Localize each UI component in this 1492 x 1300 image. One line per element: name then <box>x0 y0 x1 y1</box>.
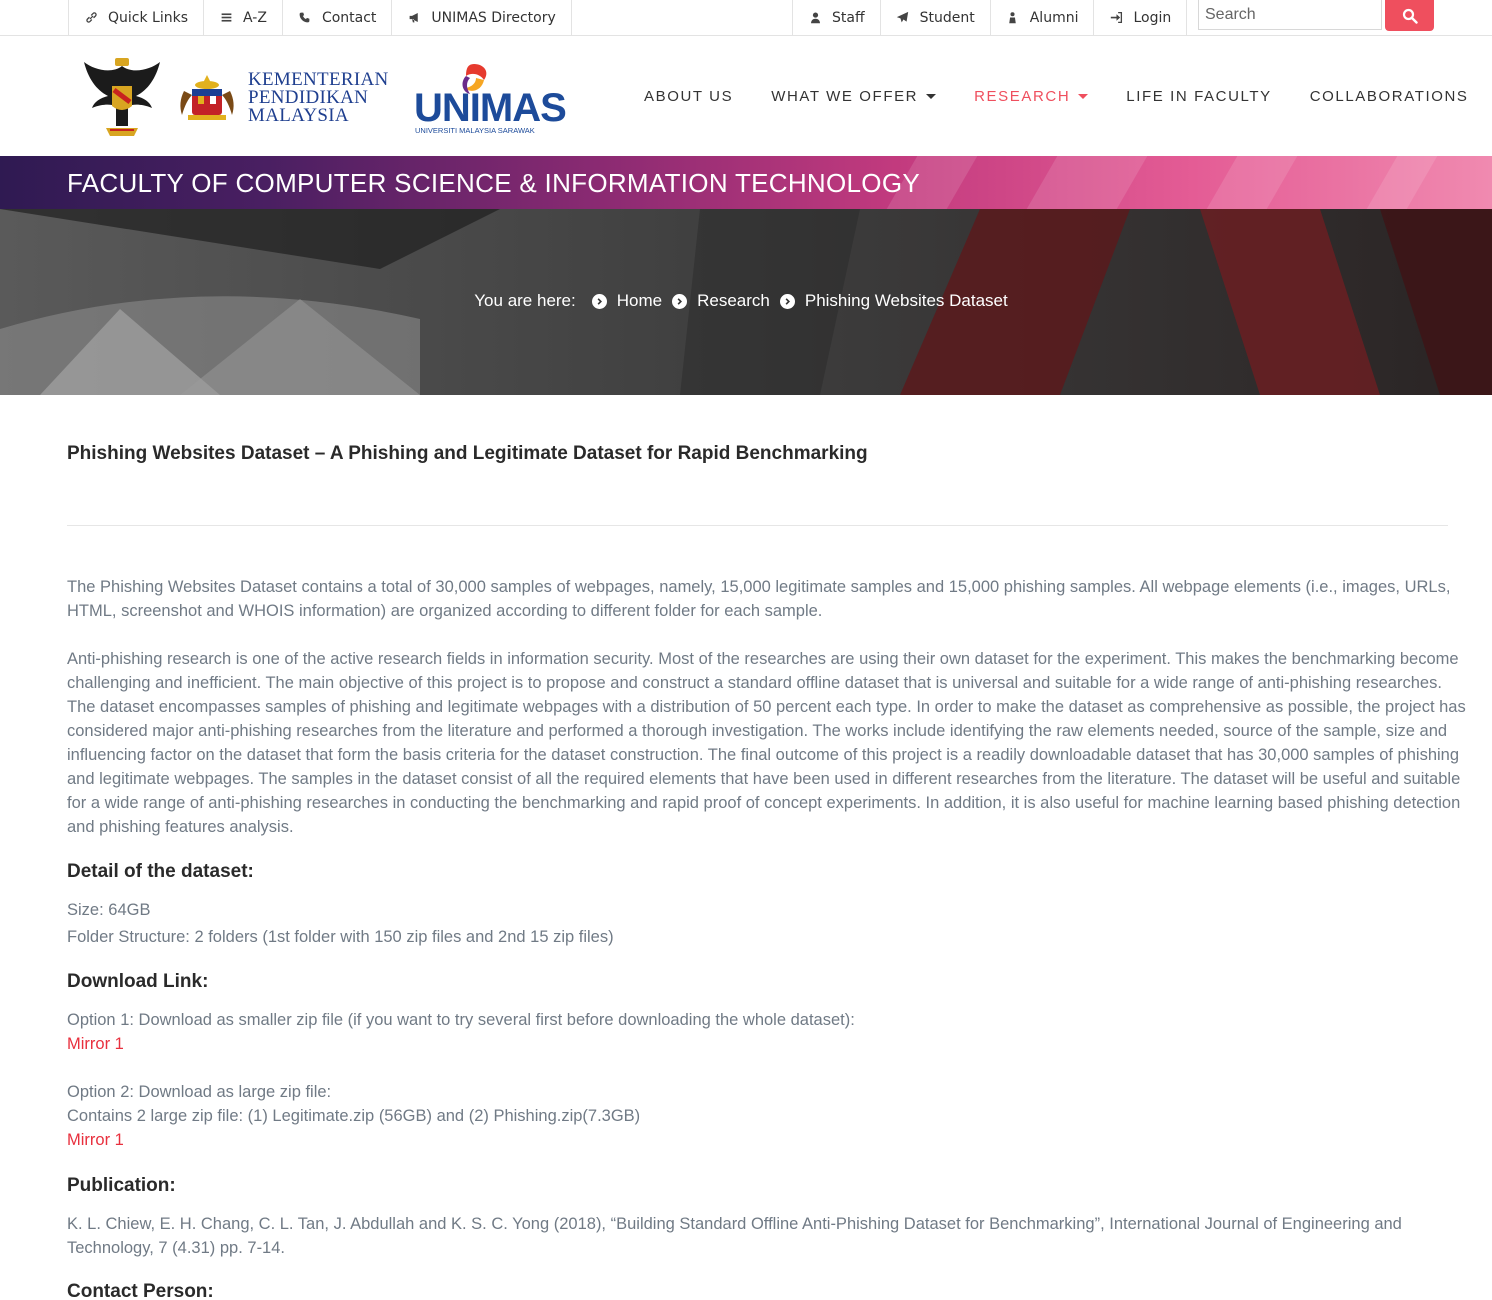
ministry-logo-text: KEMENTERIAN PENDIDIKAN MALAYSIA <box>248 70 400 126</box>
page-title: Phishing Websites Dataset – A Phishing a… <box>67 443 868 464</box>
intro-paragraph: The Phishing Websites Dataset contains a… <box>67 578 1451 620</box>
nav-what-we-offer[interactable]: WHAT WE OFFER <box>752 88 955 105</box>
faculty-banner: FACULTY OF COMPUTER SCIENCE & INFORMATIO… <box>0 156 1492 209</box>
top-right-links: Staff Student Alumni Login <box>792 0 1188 35</box>
alumni-label: Alumni <box>1029 9 1079 26</box>
malaysia-coat-of-arms-logo <box>180 75 234 120</box>
breadcrumb: You are here: Home Research Phishing Web… <box>0 291 1492 311</box>
alumni-link[interactable]: Alumni <box>991 0 1095 35</box>
breadcrumb-current: Phishing Websites Dataset <box>804 291 1008 310</box>
nav-life-in-faculty[interactable]: LIFE IN FACULTY <box>1107 88 1290 105</box>
publication-citation: K. L. Chiew, E. H. Chang, C. L. Tan, J. … <box>67 1215 1402 1257</box>
list-icon <box>219 11 233 25</box>
user-icon <box>808 11 822 25</box>
nav-collaborations[interactable]: COLLABORATIONS <box>1291 88 1488 105</box>
divider <box>67 525 1448 526</box>
contact-label: Contact <box>321 9 377 26</box>
top-utility-bar: Quick Links A-Z Contact UNIMAS Directory… <box>0 0 1492 36</box>
breadcrumb-home[interactable]: Home <box>617 291 662 311</box>
option-2-text: Option 2: Download as large zip file: <box>67 1083 332 1101</box>
login-link[interactable]: Login <box>1094 0 1188 35</box>
sign-in-icon <box>1109 11 1123 25</box>
student-link[interactable]: Student <box>881 0 991 35</box>
a-z-label: A-Z <box>243 9 267 26</box>
contact-link[interactable]: Contact <box>283 0 393 35</box>
nav-what-we-offer-label: WHAT WE OFFER <box>771 87 919 105</box>
detail-heading: Detail of the dataset: <box>67 861 254 882</box>
breadcrumb-label: You are here: <box>474 291 576 310</box>
quick-links-link[interactable]: Quick Links <box>68 0 205 35</box>
option-2-detail: Contains 2 large zip file: (1) Legitimat… <box>67 1107 641 1125</box>
banner-decoration <box>1351 156 1449 209</box>
search-icon <box>1402 8 1418 24</box>
search-input[interactable] <box>1198 0 1382 30</box>
description-paragraph: Anti-phishing research is one of the act… <box>67 650 1466 836</box>
chevron-right-icon <box>672 293 688 309</box>
staff-label: Staff <box>832 9 865 26</box>
nav-collaborations-label: COLLABORATIONS <box>1309 87 1469 105</box>
ministry-line-3: MALAYSIA <box>248 105 349 126</box>
search-button[interactable] <box>1385 0 1434 31</box>
student-label: Student <box>919 9 975 26</box>
logo-group: KEMENTERIAN PENDIDIKAN MALAYSIA UNIMAS U… <box>82 56 567 140</box>
staff-link[interactable]: Staff <box>792 0 881 35</box>
unimas-directory-label: UNIMAS Directory <box>431 9 556 26</box>
site-header: KEMENTERIAN PENDIDIKAN MALAYSIA UNIMAS U… <box>0 36 1492 156</box>
banner-decoration <box>1011 156 1159 209</box>
caret-down-icon <box>1078 93 1089 99</box>
nav-life-in-faculty-label: LIFE IN FACULTY <box>1126 87 1272 105</box>
chevron-right-icon <box>591 293 607 309</box>
option-1-text: Option 1: Download as smaller zip file (… <box>67 1011 855 1029</box>
option-2-mirror-link[interactable]: Mirror 1 <box>67 1128 124 1152</box>
unimas-subtitle: UNIVERSITI MALAYSIA SARAWAK <box>415 126 535 135</box>
dataset-size: Size: 64GB <box>67 901 151 919</box>
nav-research[interactable]: RESEARCH <box>955 88 1107 105</box>
nav-about-us[interactable]: ABOUT US <box>625 88 752 105</box>
faculty-title: FACULTY OF COMPUTER SCIENCE & INFORMATIO… <box>67 168 920 198</box>
caret-down-icon <box>926 93 937 99</box>
unimas-wordmark: UNIMAS <box>414 86 567 130</box>
login-label: Login <box>1133 9 1172 26</box>
a-z-link[interactable]: A-Z <box>204 0 283 35</box>
download-heading: Download Link: <box>67 971 209 992</box>
breadcrumb-research[interactable]: Research <box>697 291 770 311</box>
folder-structure: Folder Structure: 2 folders (1st folder … <box>67 928 614 946</box>
chevron-right-icon <box>779 293 795 309</box>
nav-research-label: RESEARCH <box>974 87 1071 105</box>
nav-about-us-label: ABOUT US <box>644 87 734 105</box>
unimas-directory-link[interactable]: UNIMAS Directory <box>392 0 572 35</box>
main-nav: ABOUT US WHAT WE OFFER RESEARCH LIFE IN … <box>625 36 1488 156</box>
graduate-icon <box>1006 11 1020 25</box>
quick-links-label: Quick Links <box>108 9 189 26</box>
link-icon <box>84 11 98 25</box>
sarawak-crest-logo[interactable] <box>82 56 162 140</box>
top-left-links: Quick Links A-Z Contact UNIMAS Directory <box>68 0 572 35</box>
unimas-logo[interactable]: UNIMAS UNIVERSITI MALAYSIA SARAWAK <box>414 62 567 135</box>
banner-decoration <box>1191 156 1309 209</box>
hero-banner: You are here: Home Research Phishing Web… <box>0 209 1492 395</box>
publication-heading: Publication: <box>67 1175 176 1196</box>
option-1-mirror-link[interactable]: Mirror 1 <box>67 1032 124 1056</box>
bullhorn-icon <box>407 11 421 25</box>
phone-icon <box>298 11 312 25</box>
paper-plane-icon <box>896 11 910 25</box>
contact-heading: Contact Person: <box>67 1281 214 1300</box>
